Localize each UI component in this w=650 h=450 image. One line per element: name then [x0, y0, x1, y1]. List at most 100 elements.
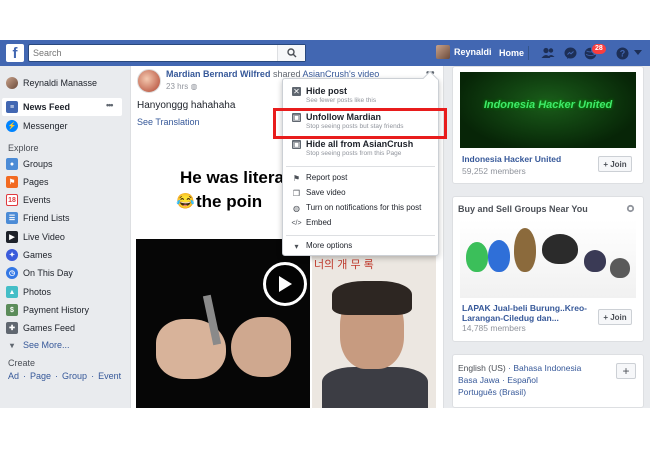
notification-badge: 28 [591, 43, 607, 55]
create-ad-link[interactable]: Ad [8, 371, 19, 381]
sidebar-item-events[interactable]: 18 Events [6, 193, 51, 207]
sidebar-item-messenger[interactable]: ⚡ Messenger [6, 119, 68, 133]
sidebar-item-payment-history[interactable]: $ Payment History [6, 303, 89, 317]
globe-icon: ◍ [293, 204, 300, 213]
menu-item-title: Hide all from AsianCrush [306, 139, 414, 149]
sidebar-see-more[interactable]: ▾ See More... [6, 338, 70, 352]
banner-text: Indonesia Hacker United [483, 99, 613, 111]
top-navigation-bar: f Reynaldi Home 28 ? [0, 40, 650, 66]
sidebar-item-on-this-day[interactable]: ◷ On This Day [6, 266, 73, 280]
group-title[interactable]: LAPAK Jual-beli Burung..Kreo- Larangan-C… [462, 303, 587, 323]
post-timestamp[interactable]: 23 hrs ◍ [166, 82, 197, 91]
play-icon [279, 276, 292, 292]
sidebar-item-label: Payment History [23, 305, 90, 315]
caption-line: the poin [196, 192, 263, 211]
separator: · [91, 371, 95, 381]
sidebar-item-profile[interactable]: Reynaldi Manasse [6, 76, 97, 90]
join-group-button[interactable]: + Join [598, 156, 632, 172]
facebook-logo[interactable]: f [6, 44, 24, 62]
clock-icon: ◷ [6, 267, 18, 279]
bird-image [466, 242, 488, 272]
menu-divider [286, 166, 435, 167]
sidebar-item-news-feed[interactable]: ≡ News Feed [6, 100, 70, 114]
search-input[interactable] [29, 45, 269, 61]
sidebar-item-friend-lists[interactable]: ☰ Friend Lists [6, 211, 70, 225]
menu-item-notifications[interactable]: ◍ Turn on notifications for this post [292, 203, 421, 213]
sidebar-item-live-video[interactable]: ▶ Live Video [6, 230, 65, 244]
menu-item-hide-post[interactable]: ✕ Hide post See fewer posts like this [292, 86, 376, 104]
join-group-button[interactable]: + Join [598, 309, 632, 325]
group-title[interactable]: Indonesia Hacker United [462, 154, 561, 164]
group-title-line: Larangan-Ciledug dan... [462, 313, 559, 323]
play-button[interactable] [263, 262, 307, 306]
video-overlay-text: 너의 개 무 록 [314, 259, 374, 271]
friend-requests-icon[interactable] [540, 45, 556, 61]
messenger-icon: ⚡ [6, 120, 18, 132]
pages-flag-icon: ⚑ [6, 176, 18, 188]
menu-item-title: Hide post [306, 86, 348, 96]
create-page-link[interactable]: Page [30, 371, 51, 381]
create-group-link[interactable]: Group [62, 371, 87, 381]
divider [528, 46, 529, 60]
home-link[interactable]: Home [499, 48, 524, 58]
sidebar-item-label: Pages [23, 177, 49, 187]
menu-divider [286, 235, 435, 236]
post-author-avatar[interactable] [137, 69, 161, 93]
add-language-button[interactable]: + [616, 363, 636, 379]
messenger-icon[interactable] [562, 45, 578, 61]
menu-item-embed[interactable]: </> Embed [291, 218, 331, 228]
language-link[interactable]: Español [507, 375, 538, 385]
account-menu-icon[interactable] [630, 45, 646, 61]
sidebar-item-label: Photos [23, 287, 52, 297]
menu-item-save-video[interactable]: ❒ Save video [292, 188, 346, 198]
language-link[interactable]: Bahasa Indonesia [513, 363, 581, 373]
more-options-icon[interactable]: ••• [106, 100, 114, 110]
explore-heading: Explore [8, 143, 39, 153]
menu-item-hide-all[interactable]: ▣ Hide all from AsianCrush Stop seeing p… [292, 139, 413, 157]
post-author-name[interactable]: Mardian Bernard Wilfred [166, 69, 270, 79]
sidebar-item-label: Friend Lists [23, 213, 70, 223]
section-heading: Buy and Sell Groups Near You [458, 204, 588, 214]
profile-shortcut[interactable]: Reynaldi [436, 45, 492, 59]
sidebar-item-label: Live Video [23, 232, 65, 242]
create-heading: Create [8, 358, 36, 368]
menu-item-report[interactable]: ⚑ Report post [292, 173, 347, 183]
language-link[interactable]: Basa Jawa [458, 375, 500, 385]
sidebar-item-label: Groups [23, 159, 53, 169]
search-icon [286, 48, 296, 58]
help-icon[interactable]: ? [614, 45, 630, 61]
menu-item-label: Report post [306, 173, 348, 182]
sidebar-item-groups[interactable]: ● Groups [6, 157, 53, 171]
timestamp-text: 23 hrs [166, 82, 189, 91]
create-links: Ad · Page · Group · Event [8, 371, 121, 381]
language-link[interactable]: Português (Brasil) [458, 387, 526, 397]
hide-x-icon: ✕ [292, 87, 301, 96]
separator: · [508, 363, 511, 373]
bird-image [610, 258, 630, 278]
post-text: Hanyonggg hahahaha [137, 100, 236, 111]
birds-group-image[interactable] [460, 220, 636, 298]
sidebar-item-label: See More... [23, 340, 70, 350]
see-translation-link[interactable]: See Translation [137, 117, 200, 127]
search-button[interactable] [277, 45, 305, 61]
sidebar-item-games-feed[interactable]: ✚ Games Feed [6, 321, 75, 335]
group-banner-image[interactable]: Indonesia Hacker United [460, 72, 636, 148]
photos-icon: ▲ [6, 286, 18, 298]
separator: · [55, 371, 59, 381]
sidebar-item-pages[interactable]: ⚑ Pages [6, 175, 49, 189]
news-feed-icon: ≡ [6, 101, 18, 113]
caption-line: He was litera [180, 168, 284, 187]
search-box[interactable] [28, 44, 306, 62]
sidebar-item-label: Events [23, 195, 51, 205]
sidebar-item-photos[interactable]: ▲ Photos [6, 285, 51, 299]
sidebar-item-games[interactable]: ✦ Games [6, 248, 52, 262]
menu-item-label: Turn on notifications for this post [306, 203, 422, 212]
menu-item-more-options[interactable]: ▾ More options [292, 241, 352, 251]
friend-list-icon: ☰ [6, 212, 18, 224]
video-person-image [322, 367, 428, 408]
video-person-image [332, 281, 412, 315]
create-event-link[interactable]: Event [98, 371, 121, 381]
gear-icon[interactable] [626, 204, 635, 215]
groups-icon: ● [6, 158, 18, 170]
laughing-emoji-icon: 😂 [176, 193, 195, 210]
